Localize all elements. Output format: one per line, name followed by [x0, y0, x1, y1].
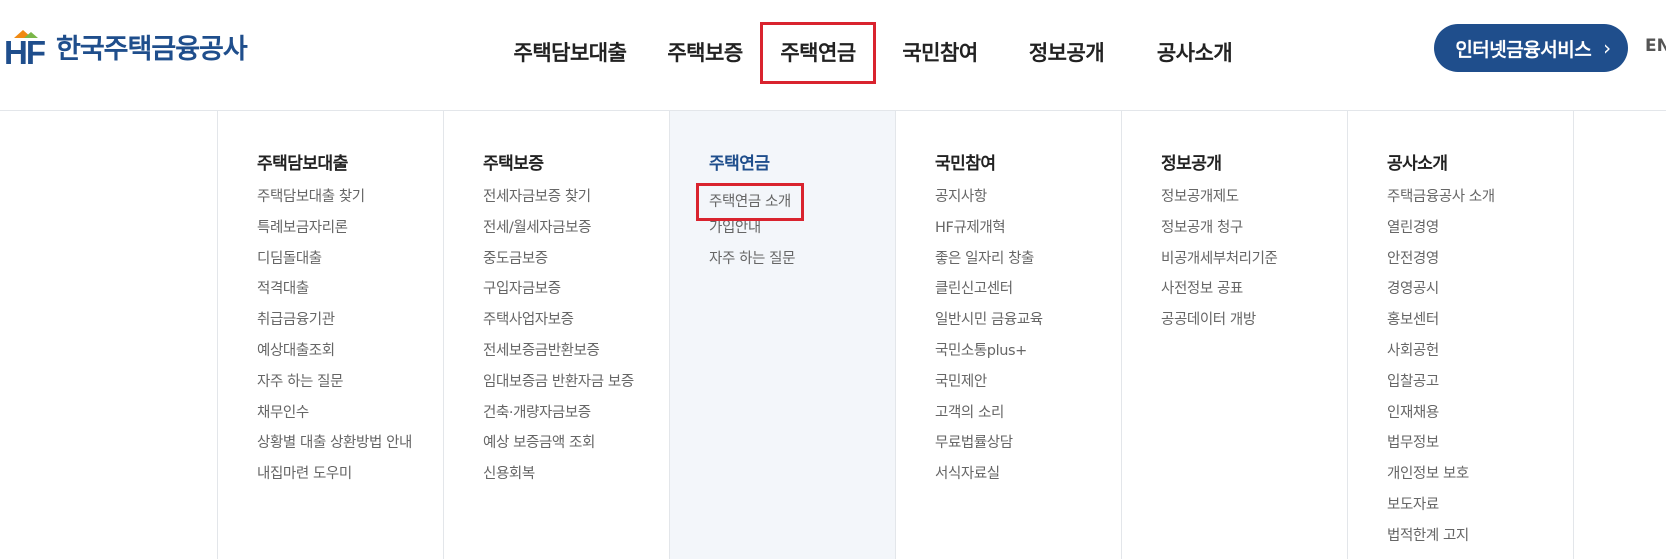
menu-item[interactable]: 중도금보증 [483, 248, 634, 279]
menu-list: 전세자금보증 찾기 전세/월세자금보증 중도금보증 구입자금보증 주택사업자보증… [483, 186, 634, 494]
menu-column-title[interactable]: 주택보증 [483, 149, 544, 174]
menu-column-information-disclosure: 정보공개 정보공개제도 정보공개 청구 비공개세부처리기준 사전정보 공표 공공… [1121, 111, 1347, 559]
internet-financial-service-label: 인터넷금융서비스 [1455, 38, 1592, 61]
menu-item[interactable]: 주택담보대출 찾기 [257, 186, 412, 217]
menu-column-title[interactable]: 주택담보대출 [257, 149, 348, 174]
menu-item[interactable]: 사전정보 공표 [1161, 278, 1277, 309]
menu-item[interactable]: 정보공개제도 [1161, 186, 1277, 217]
menu-item[interactable]: 건축·개량자금보증 [483, 402, 634, 433]
mega-menu: 주택담보대출 주택담보대출 찾기 특례보금자리론 디딤돌대출 적격대출 취급금융… [217, 111, 1574, 559]
menu-item[interactable]: 자주 하는 질문 [257, 371, 412, 402]
menu-item[interactable]: 특례보금자리론 [257, 217, 412, 248]
menu-column-housing-guarantee: 주택보증 전세자금보증 찾기 전세/월세자금보증 중도금보증 구입자금보증 주택… [443, 111, 669, 559]
menu-item[interactable]: 개인정보 보호 [1387, 463, 1495, 494]
menu-item[interactable]: 좋은 일자리 창출 [935, 248, 1043, 279]
menu-item[interactable]: 일반시민 금융교육 [935, 309, 1043, 340]
menu-column-housing-pension: 주택연금 주택연금 소개 가입안내 자주 하는 질문 [669, 111, 895, 559]
menu-item[interactable]: 열린경영 [1387, 217, 1495, 248]
menu-item[interactable]: 고객의 소리 [935, 402, 1043, 433]
menu-item[interactable]: HF규제개혁 [935, 217, 1043, 248]
menu-item[interactable]: 국민제안 [935, 371, 1043, 402]
menu-column-title[interactable]: 국민참여 [935, 149, 996, 174]
menu-item[interactable]: 주택사업자보증 [483, 309, 634, 340]
menu-item[interactable]: 서식자료실 [935, 463, 1043, 494]
menu-column-about-company: 공사소개 주택금융공사 소개 열린경영 안전경영 경영공시 홍보센터 사회공헌 … [1347, 111, 1574, 559]
menu-column-mortgage-loan: 주택담보대출 주택담보대출 찾기 특례보금자리론 디딤돌대출 적격대출 취급금융… [217, 111, 443, 559]
menu-item-label: 주택연금 소개 [696, 183, 804, 221]
menu-item[interactable]: 법적한계 고지 [1387, 525, 1495, 556]
menu-list: 공지사항 HF규제개혁 좋은 일자리 창출 클린신고센터 일반시민 금융교육 국… [935, 186, 1043, 494]
menu-item[interactable]: 클린신고센터 [935, 278, 1043, 309]
menu-item[interactable]: 국민소통plus+ [935, 340, 1043, 371]
menu-item[interactable]: 채무인수 [257, 402, 412, 433]
menu-item[interactable]: 홍보센터 [1387, 309, 1495, 340]
menu-column-title[interactable]: 공사소개 [1387, 149, 1448, 174]
menu-column-title[interactable]: 정보공개 [1161, 149, 1222, 174]
nav-housing-guarantee[interactable]: 주택보증 [650, 22, 760, 84]
menu-list: 정보공개제도 정보공개 청구 비공개세부처리기준 사전정보 공표 공공데이터 개… [1161, 186, 1278, 340]
menu-item[interactable]: 예상대출조회 [257, 340, 412, 371]
menu-item[interactable]: 경영공시 [1387, 278, 1495, 309]
menu-item[interactable]: 법무정보 [1387, 432, 1495, 463]
menu-item[interactable]: 가입안내 [709, 217, 801, 248]
menu-item[interactable]: 안전경영 [1387, 248, 1495, 279]
hf-logo-icon: HF [4, 30, 50, 70]
menu-item[interactable]: 전세보증금반환보증 [483, 340, 634, 371]
menu-item[interactable]: 비공개세부처리기준 [1161, 248, 1278, 279]
menu-item[interactable]: 적격대출 [257, 278, 412, 309]
nav-information-disclosure[interactable]: 정보공개 [1004, 22, 1129, 84]
site-header: HF 한국주택금융공사 주택담보대출 주택보증 주택연금 국민참여 정보공개 공… [0, 0, 1666, 111]
site-logo[interactable]: HF 한국주택금융공사 [4, 30, 248, 70]
menu-column-public-participation: 국민참여 공지사항 HF규제개혁 좋은 일자리 창출 클린신고센터 일반시민 금… [895, 111, 1121, 559]
language-en-link[interactable]: EN [1645, 36, 1666, 56]
menu-item[interactable]: 입찰공고 [1387, 371, 1495, 402]
nav-mortgage-loan[interactable]: 주택담보대출 [490, 22, 650, 84]
menu-item[interactable]: 구입자금보증 [483, 278, 634, 309]
menu-item[interactable]: 신용회복 [483, 463, 634, 494]
menu-item[interactable]: 주택금융공사 소개 [1387, 186, 1495, 217]
menu-list: 주택담보대출 찾기 특례보금자리론 디딤돌대출 적격대출 취급금융기관 예상대출… [257, 186, 412, 494]
menu-item-highlighted[interactable]: 주택연금 소개 [696, 183, 804, 221]
menu-item[interactable]: 정보공개 청구 [1161, 217, 1277, 248]
menu-list: 주택금융공사 소개 열린경영 안전경영 경영공시 홍보센터 사회공헌 입찰공고 … [1387, 186, 1495, 556]
menu-item[interactable]: 전세자금보증 찾기 [483, 186, 634, 217]
menu-item[interactable]: 상황별 대출 상환방법 안내 [257, 432, 412, 463]
menu-item[interactable]: 디딤돌대출 [257, 248, 412, 279]
menu-item[interactable]: 공지사항 [935, 186, 1043, 217]
menu-item[interactable]: 내집마련 도우미 [257, 463, 412, 494]
nav-about-company[interactable]: 공사소개 [1129, 22, 1260, 84]
menu-item[interactable]: 인재채용 [1387, 402, 1495, 433]
internet-financial-service-button[interactable]: 인터넷금융서비스 › [1434, 24, 1628, 72]
menu-item[interactable]: 사회공헌 [1387, 340, 1495, 371]
nav-public-participation[interactable]: 국민참여 [876, 22, 1004, 84]
nav-housing-pension[interactable]: 주택연금 [760, 22, 876, 84]
menu-item[interactable]: 무료법률상담 [935, 432, 1043, 463]
menu-list: 주택연금 소개 가입안내 자주 하는 질문 [696, 183, 804, 279]
menu-item[interactable]: 예상 보증금액 조회 [483, 432, 634, 463]
main-nav: 주택담보대출 주택보증 주택연금 국민참여 정보공개 공사소개 [490, 22, 1260, 84]
chevron-right-icon: › [1603, 36, 1611, 60]
menu-item[interactable]: 취급금융기관 [257, 309, 412, 340]
menu-item[interactable]: 보도자료 [1387, 494, 1495, 525]
menu-item[interactable]: 공공데이터 개방 [1161, 309, 1277, 340]
menu-item[interactable]: 자주 하는 질문 [709, 248, 801, 279]
menu-item[interactable]: 전세/월세자금보증 [483, 217, 634, 248]
menu-column-title[interactable]: 주택연금 [709, 149, 770, 174]
logo-text: 한국주택금융공사 [56, 34, 248, 65]
menu-item[interactable]: 임대보증금 반환자금 보증 [483, 371, 634, 402]
